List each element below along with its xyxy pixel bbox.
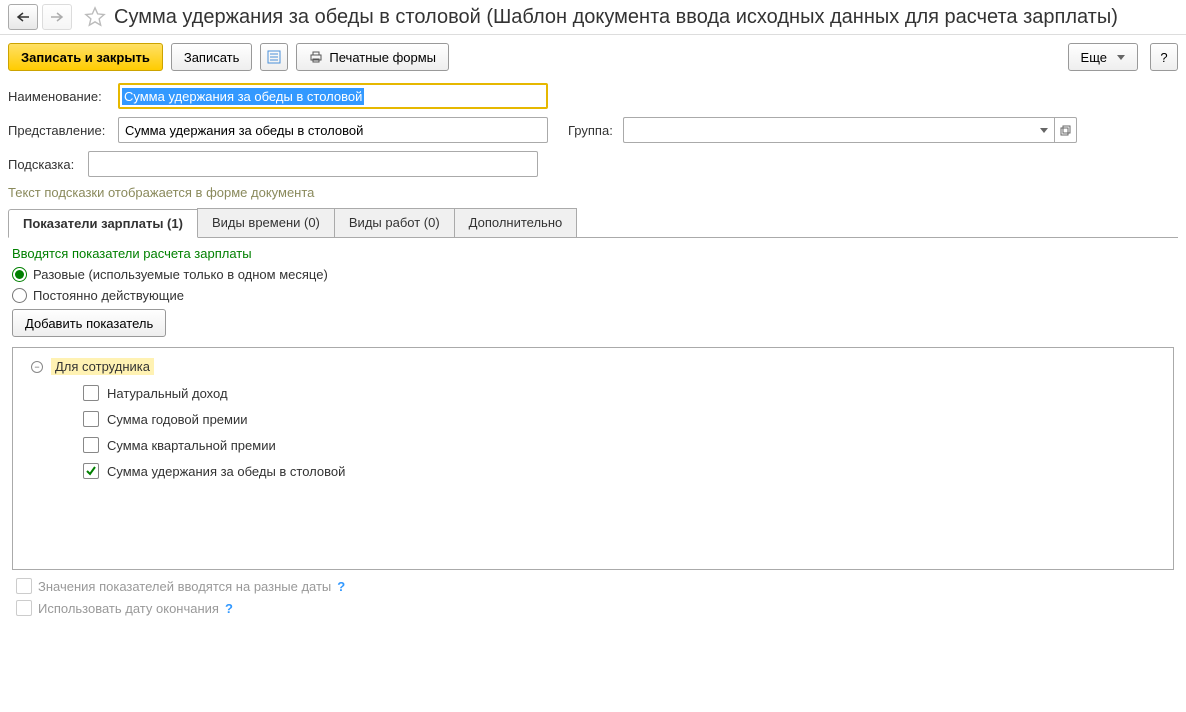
nav-back-button[interactable]: [8, 4, 38, 30]
checkbox-meal-deduction[interactable]: [83, 463, 99, 479]
indicators-tree: − Для сотрудника Натуральный доход Сумма…: [12, 347, 1174, 570]
tab-time-types[interactable]: Виды времени (0): [197, 208, 335, 237]
printer-icon: [309, 50, 323, 64]
group-input[interactable]: [623, 117, 1033, 143]
radio-permanent-label: Постоянно действующие: [33, 288, 184, 303]
hint-label: Подсказка:: [8, 157, 88, 172]
tab-additional[interactable]: Дополнительно: [454, 208, 578, 237]
form-area: Наименование: Сумма удержания за обеды в…: [0, 79, 1186, 630]
name-input-value: Сумма удержания за обеды в столовой: [122, 88, 364, 105]
help-link-dates[interactable]: ?: [337, 579, 345, 594]
tree-item: Сумма годовой премии: [83, 411, 1163, 427]
print-forms-label: Печатные формы: [329, 50, 436, 65]
tab-salary-indicators[interactable]: Показатели зарплаты (1): [8, 209, 198, 238]
hint-description: Текст подсказки отображается в форме док…: [8, 185, 1178, 200]
tree-item: Натуральный доход: [83, 385, 1163, 401]
end-date-label: Использовать дату окончания: [38, 601, 219, 616]
tree-item: Сумма удержания за обеды в столовой: [83, 463, 1163, 479]
checkbox-natural-income[interactable]: [83, 385, 99, 401]
checkbox-quarterly-bonus[interactable]: [83, 437, 99, 453]
tabs: Показатели зарплаты (1) Виды времени (0)…: [8, 208, 1178, 238]
group-dropdown-button[interactable]: [1033, 117, 1055, 143]
help-link-end-date[interactable]: ?: [225, 601, 233, 616]
more-button[interactable]: Еще: [1068, 43, 1138, 71]
list-icon: [267, 50, 281, 64]
tree-group-label: Для сотрудника: [51, 358, 154, 375]
chevron-down-icon: [1040, 128, 1048, 133]
tab-content: Вводятся показатели расчета зарплаты Раз…: [8, 246, 1178, 616]
hint-input[interactable]: [88, 151, 538, 177]
checkmark-icon: [85, 465, 97, 477]
more-label: Еще: [1081, 50, 1107, 65]
collapse-toggle[interactable]: −: [31, 361, 43, 373]
arrow-left-icon: [16, 12, 30, 22]
help-button[interactable]: ?: [1150, 43, 1178, 71]
nav-forward-button[interactable]: [42, 4, 72, 30]
radio-one-time[interactable]: [12, 267, 27, 282]
tree-item-label: Сумма квартальной премии: [107, 438, 276, 453]
tree-item-label: Сумма годовой премии: [107, 412, 248, 427]
name-label: Наименование:: [8, 89, 118, 104]
arrow-right-icon: [50, 12, 64, 22]
different-dates-label: Значения показателей вводятся на разные …: [38, 579, 331, 594]
page-title: Сумма удержания за обеды в столовой (Шаб…: [114, 6, 1118, 29]
save-button[interactable]: Записать: [171, 43, 253, 71]
tree-item-label: Сумма удержания за обеды в столовой: [107, 464, 345, 479]
radio-one-time-label: Разовые (используемые только в одном мес…: [33, 267, 328, 282]
section-title: Вводятся показатели расчета зарплаты: [12, 246, 1174, 261]
header: Сумма удержания за обеды в столовой (Шаб…: [0, 0, 1186, 35]
open-icon: [1060, 125, 1071, 136]
representation-label: Представление:: [8, 123, 118, 138]
group-label: Группа:: [568, 123, 623, 138]
list-view-button[interactable]: [260, 43, 288, 71]
save-and-close-button[interactable]: Записать и закрыть: [8, 43, 163, 71]
group-open-button[interactable]: [1055, 117, 1077, 143]
tree-item: Сумма квартальной премии: [83, 437, 1163, 453]
representation-input[interactable]: [118, 117, 548, 143]
radio-permanent[interactable]: [12, 288, 27, 303]
name-input[interactable]: Сумма удержания за обеды в столовой: [118, 83, 548, 109]
print-forms-button[interactable]: Печатные формы: [296, 43, 449, 71]
chevron-down-icon: [1117, 55, 1125, 60]
add-indicator-button[interactable]: Добавить показатель: [12, 309, 166, 337]
tree-item-label: Натуральный доход: [107, 386, 228, 401]
checkbox-annual-bonus[interactable]: [83, 411, 99, 427]
checkbox-end-date[interactable]: [16, 600, 32, 616]
tab-work-types[interactable]: Виды работ (0): [334, 208, 455, 237]
checkbox-different-dates[interactable]: [16, 578, 32, 594]
favorite-star-icon[interactable]: [84, 6, 106, 28]
toolbar: Записать и закрыть Записать Печатные фор…: [0, 35, 1186, 79]
